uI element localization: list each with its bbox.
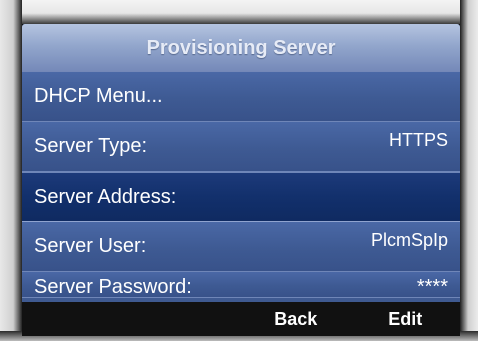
- screen-title: Provisioning Server: [22, 24, 460, 72]
- softkey-bar: Back Edit: [22, 302, 460, 336]
- menu-item-label: Server Type:: [34, 135, 148, 157]
- menu-item-label: Server Password:: [34, 276, 192, 298]
- menu-item-label: Server User:: [34, 235, 147, 257]
- edit-softkey[interactable]: Edit: [351, 309, 461, 330]
- menu-item-server-type[interactable]: Server Type: HTTPS: [22, 122, 460, 172]
- back-softkey[interactable]: Back: [241, 309, 351, 330]
- device-bezel-right: [460, 0, 478, 341]
- menu-item-value: PlcmSpIp: [370, 230, 448, 250]
- device-bezel-top: [0, 0, 478, 24]
- phone-screen: Provisioning Server DHCP Menu... Server …: [22, 24, 460, 336]
- menu-item-server-user[interactable]: Server User: PlcmSpIp: [22, 222, 460, 272]
- device-bezel-left: [0, 0, 22, 341]
- menu-item-server-password[interactable]: Server Password: ****: [22, 272, 460, 298]
- menu-item-label: Server Address:: [34, 185, 177, 208]
- menu-item-value: HTTPS: [388, 130, 448, 150]
- menu-item-dhcp-menu[interactable]: DHCP Menu...: [22, 72, 460, 122]
- menu-item-server-address[interactable]: Server Address:: [22, 172, 460, 222]
- menu-item-value: ****: [416, 276, 448, 298]
- menu-item-label: DHCP Menu...: [34, 85, 163, 107]
